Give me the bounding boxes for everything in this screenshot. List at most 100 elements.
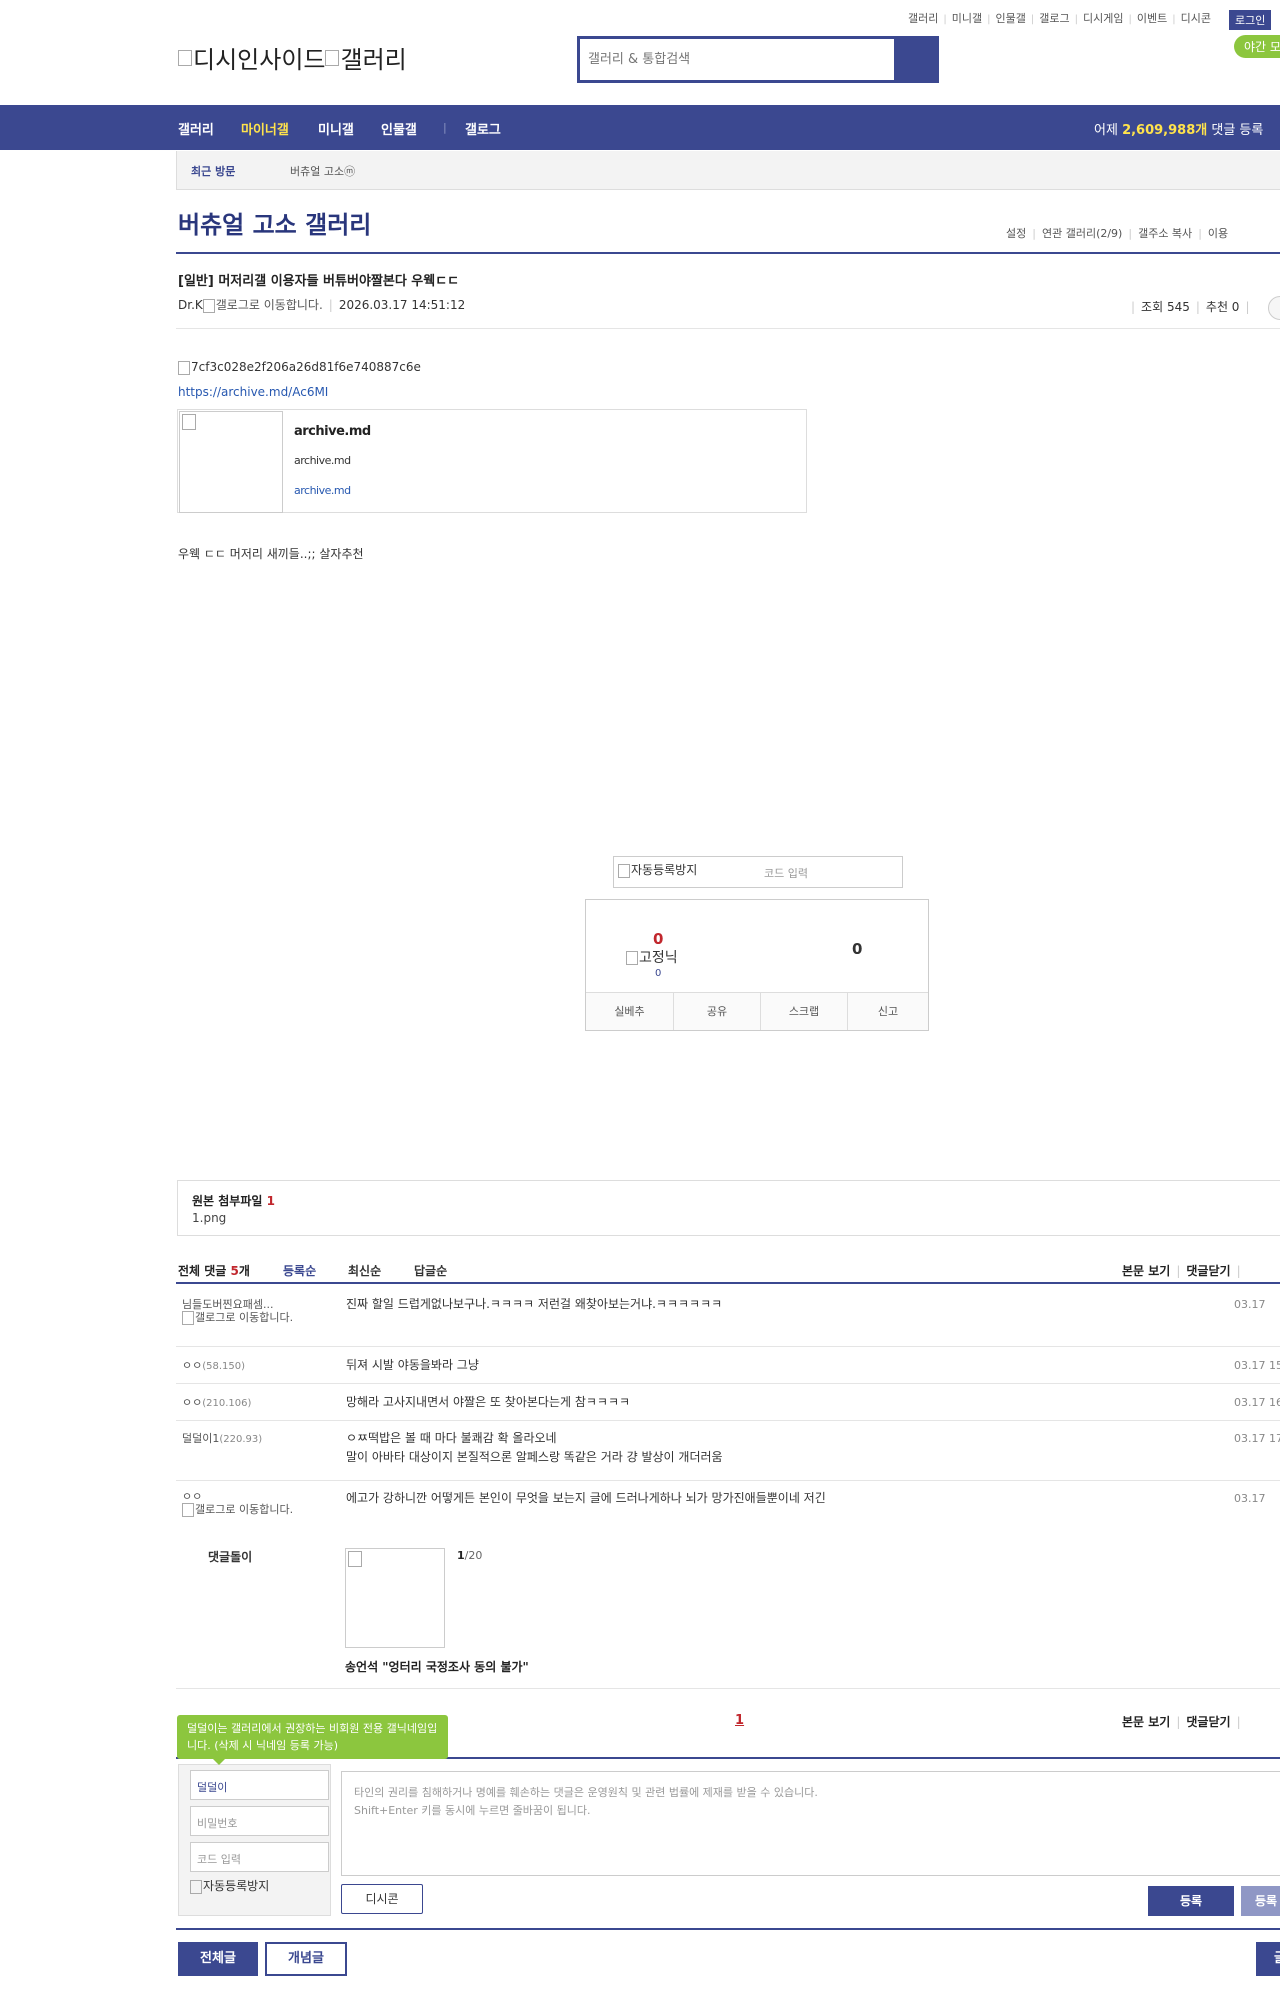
- share-button[interactable]: 공유: [674, 993, 761, 1030]
- usage-link[interactable]: 이용: [1202, 227, 1234, 240]
- copy-gallery-url-link[interactable]: 갤주소 복사: [1132, 227, 1198, 240]
- recent-visit-item[interactable]: 버츄얼 고소ⓜ: [290, 163, 355, 179]
- broken-image-icon: [190, 1879, 202, 1894]
- comment-nick[interactable]: 덜덜이1(220.93): [182, 1432, 262, 1446]
- logo-alt-gallery: 갤러리: [340, 46, 407, 74]
- comment-date: 03.17: [1234, 1298, 1266, 1311]
- related-gallery-link[interactable]: 연관 갤러리(2/9): [1036, 227, 1128, 240]
- post-author[interactable]: Dr.K: [178, 298, 203, 312]
- silbe-recommend-button[interactable]: 실베추: [586, 993, 674, 1030]
- comment-count-circle[interactable]: [1268, 296, 1280, 320]
- link-preview-description: archive.md: [294, 454, 351, 467]
- nickname-field[interactable]: 덜덜이: [190, 1770, 329, 1800]
- comment-textarea-placeholder: 타인의 권리를 침해하거나 명예를 훼손하는 댓글은 운영원칙 및 관련 법률에…: [354, 1786, 818, 1817]
- nav-minor-gallery[interactable]: 마이너갤: [241, 119, 289, 138]
- gallery-title[interactable]: 버츄얼 고소 갤러리: [178, 205, 371, 240]
- nav-gallery[interactable]: 갤러리: [178, 119, 214, 138]
- nav-gallog[interactable]: 갤로그: [465, 119, 501, 138]
- attachment-box: 원본 첨부파일 1 1.png: [177, 1180, 1280, 1236]
- link-preview-card[interactable]: archive.md archive.md archive.md: [177, 409, 807, 513]
- top-link-person[interactable]: 인물갤: [991, 12, 1031, 25]
- post-image[interactable]: 7cf3c028e2f206a26d81f6e740887c6e: [178, 360, 421, 375]
- nav-person-gallery[interactable]: 인물갤: [381, 119, 417, 138]
- attachment-file-link[interactable]: 1.png: [192, 1211, 226, 1225]
- top-link-event[interactable]: 이벤트: [1132, 12, 1172, 25]
- dccon-button[interactable]: 디시콘: [341, 1884, 423, 1914]
- captcha-image: 자동등록방지: [190, 1877, 269, 1894]
- broken-image-icon: [325, 50, 340, 66]
- top-link-dccon[interactable]: 디시콘: [1176, 12, 1216, 25]
- recommend-count: 추천 0: [1205, 300, 1240, 314]
- post-title: [일반] 머저리갤 이용자들 버튜버야짤본다 우웩ㄷㄷ: [178, 274, 460, 289]
- close-comments-link[interactable]: 댓글닫기: [1186, 1264, 1230, 1278]
- comment-page-1[interactable]: 1: [735, 1713, 744, 1728]
- view-count: 조회 545: [1141, 300, 1190, 314]
- comment-dori-title[interactable]: 송언석 "엉터리 국정조사 동의 불가": [345, 1658, 529, 1675]
- search-button[interactable]: [894, 39, 936, 80]
- submit-with-recommend-button[interactable]: 등록: [1241, 1886, 1280, 1916]
- comment-nick[interactable]: ㅇㅇ(210.106): [182, 1396, 251, 1410]
- sort-by-latest[interactable]: 최신순: [348, 1262, 381, 1279]
- broken-image-icon: [182, 1311, 194, 1325]
- night-mode-button[interactable]: 야간 모: [1234, 35, 1280, 58]
- comment-date: 03.17 17: [1234, 1432, 1280, 1445]
- gallery-links: 설정 | 연관 갤러리(2/9) | 갤주소 복사 | 이용: [1000, 225, 1234, 241]
- comment-nick[interactable]: 님들도버찐요패셈... 갤로그로 이동합니다.: [182, 1298, 293, 1325]
- sort-by-registered[interactable]: 등록순: [283, 1262, 316, 1279]
- link-preview-thumbnail: [179, 411, 283, 513]
- broken-image-icon: [178, 360, 190, 375]
- write-button[interactable]: 글: [1256, 1942, 1280, 1976]
- captcha-input[interactable]: 코드 입력: [764, 865, 808, 881]
- comment-row: ㅇㅇ 갤로그로 이동합니다. 에고가 강하니깐 어떻게든 본인이 무엇을 보는지 …: [176, 1480, 1280, 1536]
- divider: [176, 1928, 1280, 1930]
- comment-nick[interactable]: ㅇㅇ(58.150): [182, 1359, 245, 1373]
- link-preview-url: archive.md: [294, 484, 351, 497]
- comment-text: 에고가 강하니깐 어떻게든 본인이 무엇을 보는지 글에 드러나게하나 뇌가 망…: [346, 1491, 826, 1505]
- vote-captcha: 자동등록방지 코드 입력: [613, 856, 903, 888]
- broken-image-icon: [348, 1551, 362, 1567]
- report-button[interactable]: 신고: [848, 993, 928, 1030]
- all-posts-button[interactable]: 전체글: [178, 1942, 258, 1976]
- scrap-button[interactable]: 스크랩: [761, 993, 848, 1030]
- post-body-text: 우웩 ㄷㄷ 머저리 새끼들..;; 살자추천: [178, 547, 364, 561]
- close-comments-link[interactable]: 댓글닫기: [1186, 1715, 1230, 1729]
- top-link-gallog[interactable]: 갤로그: [1034, 12, 1074, 25]
- site-logo[interactable]: 디시인사이드 갤러리: [178, 40, 407, 75]
- top-link-gallery[interactable]: 갤러리: [903, 12, 943, 25]
- divider: [176, 328, 1280, 329]
- sort-by-replies[interactable]: 답글순: [414, 1262, 447, 1279]
- recent-visits-bar: 최근 방문 버츄얼 고소ⓜ: [176, 151, 1280, 190]
- password-field[interactable]: 비밀번호: [190, 1806, 329, 1836]
- link-preview-title: archive.md: [294, 424, 371, 439]
- comment-actions: 본문 보기 | 댓글닫기 |: [1122, 1264, 1241, 1278]
- comment-total: 전체 댓글 5개: [178, 1264, 250, 1278]
- submit-button[interactable]: 등록: [1148, 1886, 1234, 1916]
- comment-row: 님들도버찐요패셈... 갤로그로 이동합니다. 진짜 할일 드럽게없나보구나.ㅋㅋ…: [176, 1284, 1280, 1347]
- comment-nick[interactable]: ㅇㅇ 갤로그로 이동합니다.: [182, 1490, 293, 1517]
- divider: [176, 1688, 1280, 1689]
- nav-mini-gallery[interactable]: 미니갤: [318, 119, 354, 138]
- yesterday-comment-count: 어제 2,609,988개 댓글 등록: [1094, 123, 1264, 138]
- code-field[interactable]: 코드 입력: [190, 1842, 329, 1872]
- comment-row: ㅇㅇ(210.106) 망해라 고사지내면서 야짤은 또 찾아본다는게 참ㅋㅋㅋ…: [176, 1383, 1280, 1421]
- top-link-minigall[interactable]: 미니갤: [947, 12, 987, 25]
- comment-textarea[interactable]: 타인의 권리를 침해하거나 명예를 훼손하는 댓글은 운영원칙 및 관련 법률에…: [341, 1771, 1280, 1876]
- upvote-count: 0: [653, 930, 664, 948]
- login-button[interactable]: 로그인: [1229, 10, 1272, 30]
- view-body-link[interactable]: 본문 보기: [1122, 1264, 1170, 1278]
- vote-box: 0 고정닉 0 0 실베추 공유 스크랩 신고: [585, 899, 929, 1031]
- post-link[interactable]: https://archive.md/Ac6MI: [178, 385, 328, 399]
- nickname-tooltip: 덜덜이는 갤러리에서 권장하는 비회원 전용 갤닉네임입니다. (삭제 시 닉네…: [177, 1715, 448, 1765]
- view-body-link[interactable]: 본문 보기: [1122, 1715, 1170, 1729]
- author-gallog-link[interactable]: 갤로그로 이동합니다.: [216, 298, 323, 312]
- settings-link[interactable]: 설정: [1000, 227, 1032, 240]
- comment-dori-label: 댓글돌이: [208, 1550, 253, 1564]
- top-link-dcgame[interactable]: 디시게임: [1078, 12, 1128, 25]
- divider: [176, 252, 1280, 254]
- search-input[interactable]: [580, 39, 897, 80]
- comment-writer-fields: 덜덜이 비밀번호 코드 입력 자동등록방지: [178, 1764, 331, 1916]
- comment-dori-image[interactable]: [345, 1548, 445, 1648]
- concept-posts-button[interactable]: 개념글: [265, 1942, 347, 1976]
- downvote-count: 0: [852, 940, 863, 958]
- fixed-nick-upvote-count: 0: [655, 968, 662, 979]
